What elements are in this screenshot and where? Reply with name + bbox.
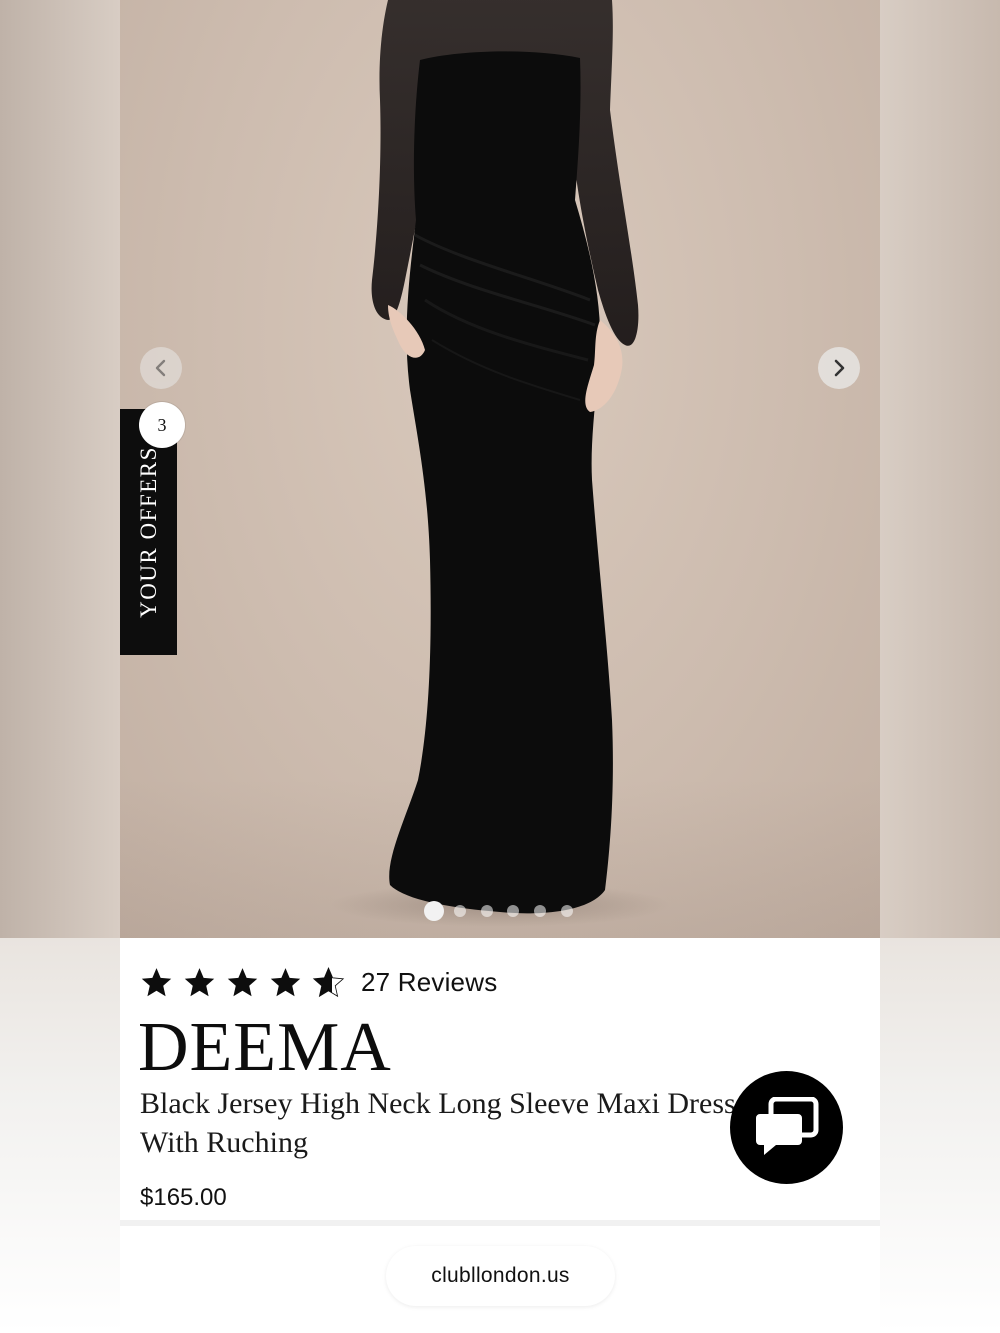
chevron-left-icon	[155, 359, 166, 377]
star-icon	[141, 967, 172, 996]
rating-row[interactable]: 27 Reviews	[140, 964, 497, 1000]
gallery-dot-1[interactable]	[424, 901, 444, 921]
reviews-count-link[interactable]: 27 Reviews	[361, 967, 497, 998]
product-brand-name: DEEMA	[138, 1009, 392, 1086]
chevron-right-icon	[834, 359, 845, 377]
gallery-dot-4[interactable]	[507, 905, 519, 917]
product-photo-dress	[330, 0, 670, 927]
gallery-prev-button[interactable]	[140, 347, 182, 389]
gallery-dot-6[interactable]	[561, 905, 573, 917]
star-icon	[227, 967, 258, 996]
product-title: Black Jersey High Neck Long Sleeve Maxi …	[140, 1087, 736, 1159]
star-half-icon	[312, 966, 345, 997]
gallery-dot-2[interactable]	[454, 905, 466, 917]
chat-button[interactable]	[730, 1071, 843, 1184]
star-icon	[270, 967, 301, 996]
section-divider	[120, 1220, 880, 1226]
gallery-dot-3[interactable]	[481, 905, 493, 917]
gallery-pagination	[120, 901, 880, 921]
product-price: $165.00	[140, 1184, 227, 1211]
star-icon	[184, 967, 215, 996]
gallery-dot-5[interactable]	[534, 905, 546, 917]
gallery-next-button[interactable]	[818, 347, 860, 389]
product-image-gallery[interactable]	[120, 0, 880, 938]
chat-bubbles-icon	[755, 1096, 818, 1155]
browser-url-bar[interactable]: clubllondon.us	[386, 1246, 615, 1306]
offers-count-badge[interactable]: 3	[139, 402, 185, 448]
your-offers-label: YOUR OFFERS	[136, 446, 161, 618]
